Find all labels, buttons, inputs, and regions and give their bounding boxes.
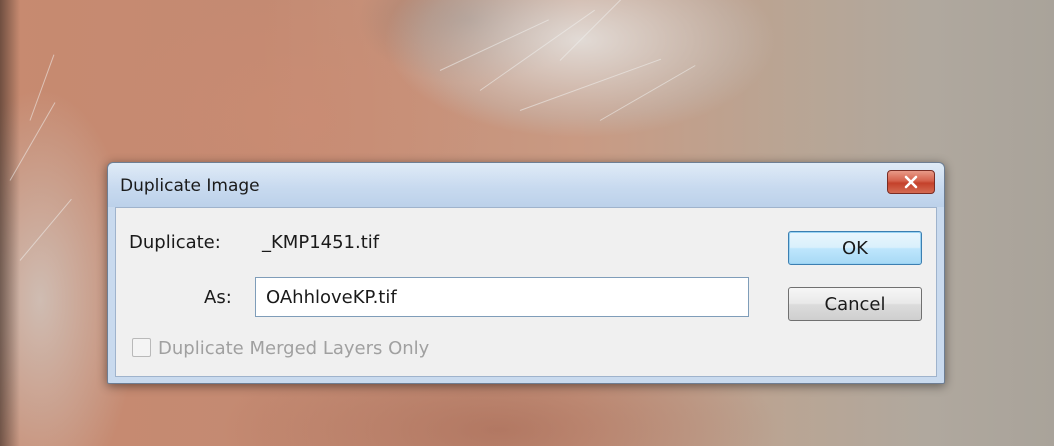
close-icon <box>904 175 918 189</box>
cancel-button[interactable]: Cancel <box>788 287 922 321</box>
hair-strand <box>479 9 595 91</box>
merged-layers-checkbox[interactable] <box>132 338 151 357</box>
duplicate-source-name: _KMP1451.tif <box>262 232 380 253</box>
hair-strand <box>519 58 662 111</box>
photo-dark-edge <box>0 0 20 446</box>
hair-strand <box>599 65 696 121</box>
hair-strand <box>19 198 72 261</box>
duplicate-image-dialog: Duplicate Image Duplicate: _KMP1451.tif … <box>107 162 945 384</box>
merged-layers-label: Duplicate Merged Layers Only <box>158 338 430 359</box>
hair-strand <box>439 19 549 71</box>
close-button[interactable] <box>887 170 935 194</box>
duplicate-label: Duplicate: <box>129 232 221 253</box>
ok-button[interactable]: OK <box>788 231 922 265</box>
dialog-body: Duplicate: _KMP1451.tif As: Duplicate Me… <box>115 207 937 377</box>
as-filename-input[interactable] <box>255 277 749 317</box>
dialog-title: Duplicate Image <box>120 176 260 196</box>
hair-strand <box>559 0 653 61</box>
as-label: As: <box>204 287 232 308</box>
dialog-title-bar[interactable]: Duplicate Image <box>108 163 944 207</box>
